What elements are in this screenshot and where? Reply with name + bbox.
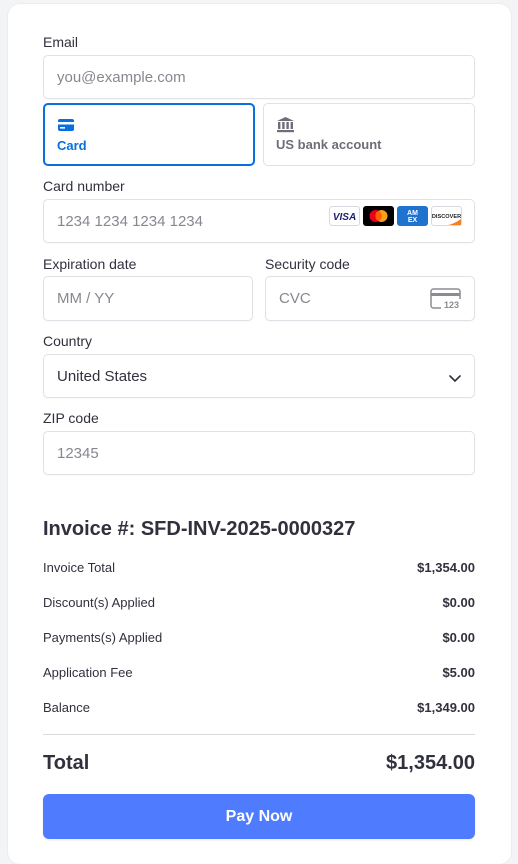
- zip-placeholder: 12345: [57, 444, 99, 462]
- email-placeholder: you@example.com: [57, 68, 186, 86]
- invoice-row-value: $1,354.00: [417, 560, 475, 575]
- tab-us-bank-account[interactable]: US bank account: [263, 103, 475, 166]
- divider: [43, 734, 475, 735]
- invoice-title: Invoice #: SFD-INV-2025-0000327: [43, 518, 356, 540]
- email-field[interactable]: you@example.com: [43, 55, 475, 99]
- zip-label: ZIP code: [43, 410, 99, 426]
- chevron-down-icon: [448, 371, 462, 389]
- zip-field[interactable]: 12345: [43, 431, 475, 475]
- svg-text:DISCOVER: DISCOVER: [432, 214, 461, 220]
- invoice-row-value: $5.00: [442, 665, 475, 680]
- bank-icon: [276, 116, 295, 138]
- tab-card[interactable]: Card: [43, 103, 255, 166]
- invoice-row-label: Balance: [43, 700, 90, 715]
- expiration-label: Expiration date: [43, 256, 137, 272]
- tab-bank-label: US bank account: [276, 137, 382, 152]
- svg-text:VISA: VISA: [333, 212, 356, 223]
- pay-now-label: Pay Now: [225, 807, 293, 825]
- amex-icon: AM EX: [397, 206, 428, 226]
- pay-now-button[interactable]: Pay Now: [43, 794, 475, 839]
- discover-icon: DISCOVER: [431, 206, 462, 226]
- country-select[interactable]: United States: [43, 354, 475, 398]
- total-value: $1,354.00: [386, 752, 475, 774]
- country-label: Country: [43, 333, 93, 349]
- expiration-placeholder: MM / YY: [57, 290, 115, 307]
- total-label: Total: [43, 752, 90, 774]
- card-number-label: Card number: [43, 178, 125, 194]
- invoice-row-value: $0.00: [442, 630, 475, 645]
- card-icon: [57, 118, 75, 137]
- payment-card: Email you@example.com Card US bank accou: [8, 4, 511, 864]
- cvc-card-icon: 123: [430, 288, 462, 315]
- invoice-row-label: Discount(s) Applied: [43, 595, 155, 610]
- tab-card-label: Card: [57, 138, 87, 153]
- svg-text:EX: EX: [408, 217, 418, 224]
- invoice-row: Application Fee $5.00: [43, 665, 475, 685]
- cvc-icon-text: 123: [444, 300, 459, 310]
- invoice-row-value: $0.00: [442, 595, 475, 610]
- invoice-row: Balance $1,349.00: [43, 700, 475, 720]
- invoice-row-label: Application Fee: [43, 665, 133, 680]
- svg-text:AM: AM: [407, 210, 418, 217]
- expiration-field[interactable]: MM / YY: [43, 276, 253, 321]
- invoice-row-value: $1,349.00: [417, 700, 475, 715]
- email-label: Email: [43, 34, 79, 50]
- invoice-row: Payments(s) Applied $0.00: [43, 630, 475, 650]
- invoice-row: Invoice Total $1,354.00: [43, 560, 475, 580]
- visa-icon: VISA: [329, 206, 360, 226]
- security-code-placeholder: CVC: [279, 290, 311, 307]
- card-number-placeholder: 1234 1234 1234 1234: [57, 212, 203, 230]
- invoice-row-label: Payments(s) Applied: [43, 630, 163, 645]
- invoice-row-label: Invoice Total: [43, 560, 116, 575]
- mastercard-icon: [363, 206, 394, 226]
- invoice-row: Discount(s) Applied $0.00: [43, 595, 475, 615]
- security-code-field[interactable]: CVC 123: [265, 276, 475, 321]
- card-number-field[interactable]: 1234 1234 1234 1234 VISA AM EX DISCOVER: [43, 199, 475, 243]
- country-value: United States: [57, 367, 148, 385]
- security-code-label: Security code: [265, 256, 350, 272]
